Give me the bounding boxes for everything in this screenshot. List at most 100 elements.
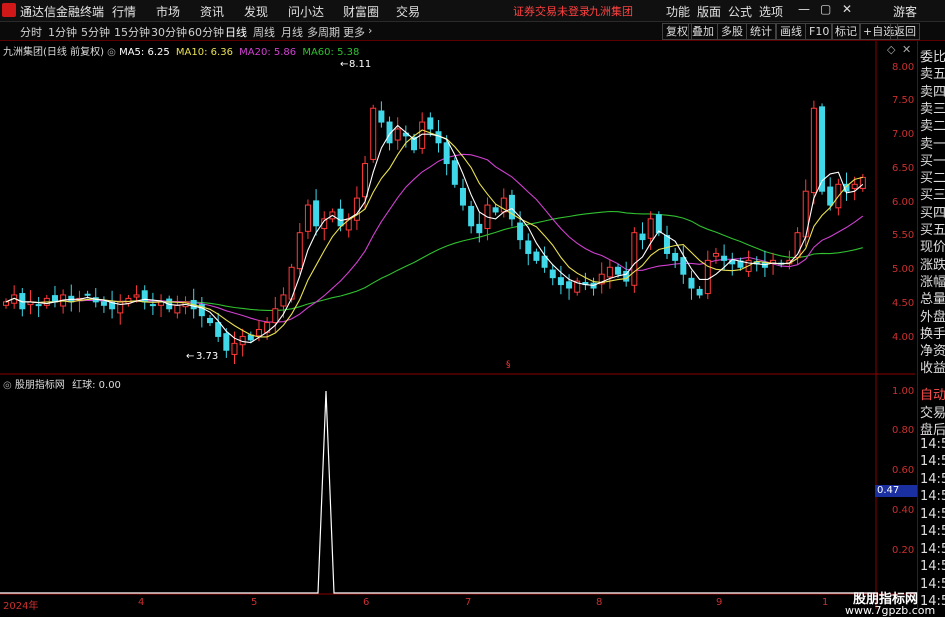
candle-body [639, 233, 646, 241]
price-tick: 4.50 [892, 298, 915, 309]
quote-row-label: 净资 [920, 344, 945, 360]
quote-row-label: 换手 [920, 326, 945, 342]
sub-tick: 1.00 [892, 386, 915, 397]
menu-discover[interactable]: 发现 [244, 3, 268, 20]
menu-trade[interactable]: 交易 [396, 3, 420, 20]
candle-body [370, 107, 377, 160]
quote-row-label: 收益 [920, 361, 945, 377]
menu-formula[interactable]: 公式 [728, 3, 752, 20]
candle-body [827, 186, 834, 206]
candle-body [606, 266, 613, 278]
back-button[interactable]: 返回 [890, 23, 920, 40]
period-tab-multi[interactable]: 多周期 [307, 24, 340, 40]
indicator-option-icon[interactable]: ◎ [3, 380, 12, 391]
candle-body [337, 208, 344, 227]
overlay-button[interactable]: 叠加 [688, 23, 718, 40]
draw-button[interactable]: 画线 [776, 23, 806, 40]
menu-news[interactable]: 资讯 [200, 3, 224, 20]
x-axis-label: 9 [716, 597, 723, 608]
x-axis-label: 6 [363, 597, 370, 608]
multi-stock-button[interactable]: 多股 [717, 23, 747, 40]
sub-tick: 0.40 [892, 505, 915, 516]
tick-row-label: 14:5 [920, 541, 945, 557]
candle-body [435, 131, 442, 144]
candle-body [443, 142, 450, 165]
candle-body [280, 294, 287, 307]
close-icon[interactable]: ✕ [842, 2, 852, 16]
sub-indicator-plot [0, 390, 875, 594]
event-marker-icon[interactable]: § [506, 360, 511, 370]
menu-options[interactable]: 选项 [759, 3, 783, 20]
period-tab-1min[interactable]: 1分钟 [48, 24, 77, 40]
period-tab-fenshi[interactable]: 分时 [20, 24, 42, 40]
tick-row-label: 14:5 [920, 436, 945, 452]
candle-body [394, 128, 401, 141]
menu-wealth[interactable]: 财富圈 [343, 3, 379, 20]
period-tab-weekly[interactable]: 周线 [253, 24, 275, 40]
quote-side-panel: 委比 卖五 卖四 卖三 卖二 卖一 买一 买二 买三 买四 买五 现价 涨跌 涨幅 总量 外盘 换手 净资 收益 自动… [917, 41, 945, 609]
candle-body [353, 197, 360, 221]
menu-function[interactable]: 功能 [666, 3, 690, 20]
sub-tick: 0.60 [892, 465, 915, 476]
menu-ask[interactable]: 问小达 [288, 3, 324, 20]
mark-button[interactable]: 标记 [831, 23, 861, 40]
price-tick: 6.00 [892, 197, 915, 208]
period-tab-15min[interactable]: 15分钟 [114, 24, 150, 40]
restore-icon[interactable]: ▢ [820, 2, 831, 16]
price-tick: 7.50 [892, 95, 915, 106]
f10-button[interactable]: F10 [805, 23, 834, 40]
candle-body [476, 223, 483, 234]
stock-title: 九洲集团 [589, 5, 633, 18]
minimize-icon[interactable]: — [798, 2, 810, 16]
candle-body [468, 205, 475, 227]
panel-close-icon[interactable]: ✕ [902, 43, 911, 56]
chart-title: 九洲集团(日线 前复权) [3, 47, 104, 58]
quote-row-label: 总量 [920, 292, 945, 308]
period-tab-monthly[interactable]: 月线 [281, 24, 303, 40]
candle-body [557, 277, 564, 286]
cursor-value-box: 0.47 [875, 485, 917, 497]
quote-row-label: 买五 [920, 223, 945, 238]
stats-button[interactable]: 统计 [746, 23, 776, 40]
candle-body [133, 294, 140, 298]
tick-row-label: 14:5 [920, 524, 945, 539]
candle-body [615, 266, 622, 275]
login-notice[interactable]: 证券交易未登录 [513, 3, 590, 19]
low-price-label: 3.73 [196, 351, 219, 362]
tick-row-label: 14:5 [920, 489, 945, 504]
candle-body [819, 106, 826, 192]
menu-market[interactable]: 市场 [156, 3, 180, 20]
quote-row-label: 委比 [920, 50, 945, 65]
candle-body [100, 301, 107, 306]
period-tab-60min[interactable]: 60分钟 [188, 24, 224, 40]
candle-body [492, 207, 499, 213]
candle-body [859, 176, 866, 189]
candle-body [35, 304, 42, 307]
price-tick: 7.00 [892, 129, 915, 140]
candle-body [533, 251, 540, 261]
guest-label[interactable]: 游客 [893, 3, 917, 20]
tick-row-label: 盘后 [920, 423, 945, 438]
settings-icon[interactable]: ◎ [107, 47, 119, 58]
more-arrow-icon[interactable]: › [368, 24, 372, 37]
quote-row-label: 买二 [920, 171, 945, 187]
candle-body [255, 329, 262, 337]
x-axis-label: 2024年 [3, 601, 39, 612]
tick-row-label[interactable]: 自动 [920, 384, 945, 403]
panel-option-icon[interactable]: ◇ [887, 43, 895, 56]
menu-bar: 通达信金融终端 行情 市场 资讯 发现 问小达 财富圈 交易 证券交易未登录 九… [0, 0, 945, 22]
kline-chart[interactable] [0, 41, 915, 609]
period-tab-more[interactable]: 更多 [343, 24, 365, 40]
candle-body [631, 232, 638, 286]
menu-layout[interactable]: 版面 [697, 3, 721, 20]
menu-quotes[interactable]: 行情 [112, 3, 136, 20]
ma20-value: MA20: 5.86 [239, 47, 297, 58]
ma5-path [5, 124, 864, 344]
period-tab-5min[interactable]: 5分钟 [81, 24, 110, 40]
period-tab-30min[interactable]: 30分钟 [151, 24, 187, 40]
tick-row-label: 14:5 [920, 454, 945, 469]
ma10-path [5, 129, 863, 338]
quote-row-label: 卖三 [920, 101, 945, 117]
period-tab-daily[interactable]: 日线 [225, 24, 247, 40]
quote-row-label: 买三 [920, 188, 945, 204]
